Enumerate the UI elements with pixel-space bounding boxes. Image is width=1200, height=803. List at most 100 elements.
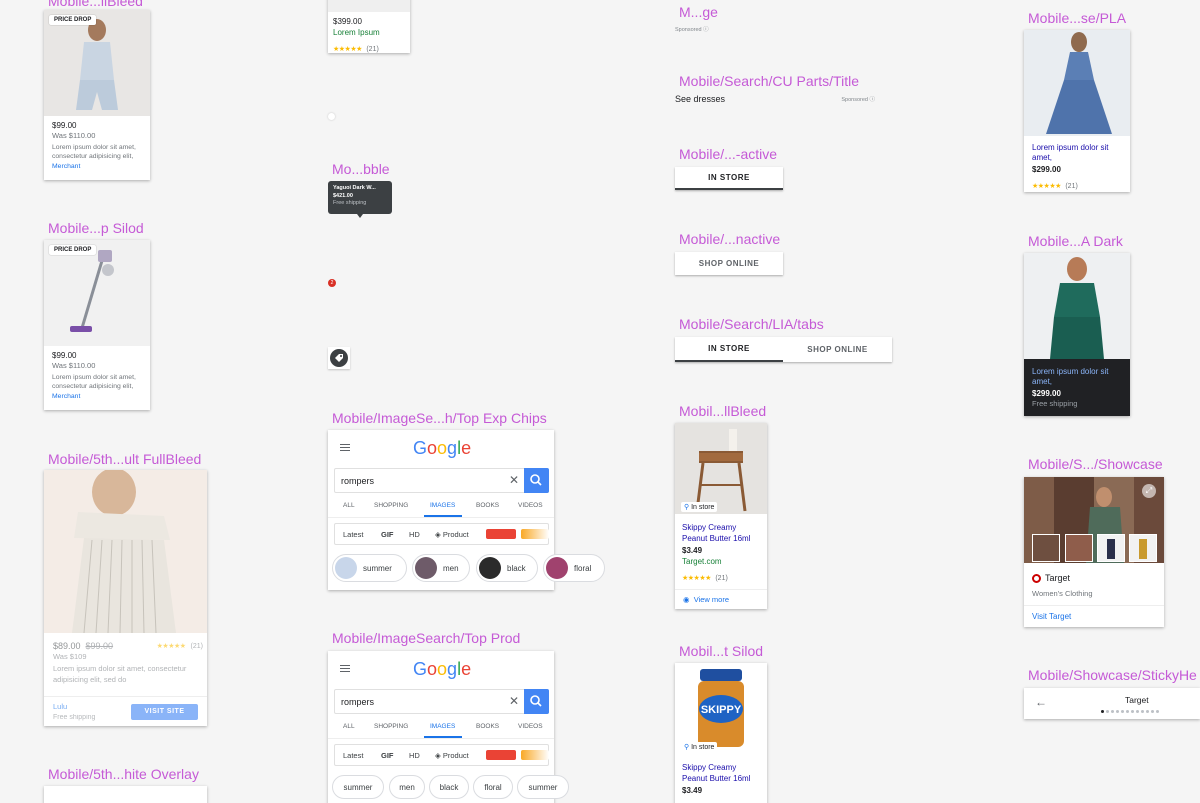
merchant-link[interactable]: Lulu [53, 702, 67, 711]
filter-latest[interactable]: Latest [343, 530, 363, 539]
in-store-tab-active[interactable]: IN STORE [675, 167, 783, 190]
view-more-link[interactable]: ◉ View more [683, 595, 729, 604]
price: $3.49 [682, 546, 703, 555]
search-input[interactable]: rompers [341, 697, 374, 707]
merchant-link[interactable]: Merchant [52, 392, 144, 401]
product-card[interactable]: PRICE DROP $99.00 Was $110.00 Lorem ipsu… [44, 10, 150, 180]
location-pin-icon: ⚲ [684, 744, 690, 751]
tab-all[interactable]: ALL [343, 502, 355, 509]
tab-shop-online[interactable]: SHOP ONLINE [783, 337, 892, 362]
search-button[interactable] [524, 468, 549, 493]
clear-icon[interactable]: ✕ [509, 694, 519, 708]
visit-store-link[interactable]: Visit Target [1032, 612, 1071, 621]
tab-shopping[interactable]: SHOPPING [374, 723, 408, 730]
pla-card-dark[interactable]: Lorem ipsum dolor sit amet, $299.00 Free… [1024, 253, 1130, 416]
filter-gif[interactable]: GIF [381, 751, 394, 760]
chip-summer-2[interactable]: summer [517, 775, 569, 799]
chip-floral[interactable]: floral [543, 554, 605, 582]
sponsored-label: Sponsored ⓘ [675, 27, 709, 33]
frame-title: Mobile/5th...hite Overlay [48, 766, 199, 782]
chip-summer[interactable]: summer [332, 554, 407, 582]
chip-floral[interactable]: floral [473, 775, 513, 799]
price: $99.00 [52, 121, 77, 130]
frame-title: Mo...bble [332, 161, 390, 177]
lia-card[interactable]: ⚲ In store Skippy Creamy Peanut Butter 1… [675, 423, 767, 609]
cu-title[interactable]: See dresses [675, 94, 725, 104]
product-card[interactable]: PRICE DROP $99.00 Was $110.00 Lorem ipsu… [44, 240, 150, 410]
showcase-thumbnail[interactable] [1065, 534, 1093, 562]
merchant-link[interactable]: Merchant [52, 162, 144, 171]
expand-icon[interactable]: ⤢ [1142, 484, 1156, 498]
shipping-text: Free shipping [53, 714, 96, 721]
chip-men[interactable]: men [389, 775, 425, 799]
showcase-thumbnail[interactable] [1129, 534, 1157, 562]
lia-card[interactable]: SKIPPY ⚲ In store Skippy Creamy Peanut B… [675, 663, 767, 803]
price: $3.49 [682, 786, 703, 795]
pla-card[interactable]: Lorem ipsum dolor sit amet, $299.00 ★★★★… [1024, 30, 1130, 192]
chip-thumbnail [479, 557, 501, 579]
tab-in-store[interactable]: IN STORE [675, 337, 783, 362]
tab-videos[interactable]: VIDEOS [518, 723, 543, 730]
tag-button[interactable] [328, 347, 350, 369]
search-box[interactable]: rompers ✕ [334, 689, 549, 714]
tab-videos[interactable]: VIDEOS [518, 502, 543, 509]
product-title[interactable]: Lorem ipsum dolor sit amet, [1032, 367, 1124, 387]
tab-images[interactable]: IMAGES [430, 723, 455, 730]
color-filter-red[interactable] [486, 529, 516, 539]
shipping-text: Free shipping [1032, 399, 1078, 408]
filter-product[interactable]: ◈ Product [435, 751, 469, 760]
color-filter-orange[interactable] [521, 529, 549, 539]
filter-latest[interactable]: Latest [343, 751, 363, 760]
color-filter-orange[interactable] [521, 750, 549, 760]
product-image [44, 470, 207, 633]
visit-site-button[interactable]: VISIT SITE [131, 704, 198, 720]
info-icon[interactable]: ⓘ [703, 27, 709, 33]
bubble-pointer [357, 214, 363, 218]
bubble-price: $421.00 [333, 193, 353, 199]
price-drop-badge: PRICE DROP [49, 15, 97, 25]
chip-summer[interactable]: summer [332, 775, 384, 799]
back-arrow-icon[interactable]: ← [1035, 695, 1047, 709]
search-box[interactable]: rompers ✕ [334, 468, 549, 493]
chip-black[interactable]: black [429, 775, 469, 799]
color-filter-red[interactable] [486, 750, 516, 760]
product-card-fullbleed[interactable]: $89.00 $99.00 ★★★★★ (21) Was $109 Lorem … [44, 470, 207, 726]
showcase-thumbnail[interactable] [1097, 534, 1125, 562]
showcase-card[interactable]: ⤢ Target Women's Clothing Visit Target [1024, 477, 1164, 627]
product-card-small[interactable]: $399.00 Lorem Ipsum ★★★★★ (21) [328, 0, 410, 53]
tab-shopping[interactable]: SHOPPING [374, 502, 408, 509]
tab-images[interactable]: IMAGES [430, 502, 455, 509]
frame-title: Mobile...p Silod [48, 220, 144, 236]
tab-books[interactable]: BOOKS [476, 502, 499, 509]
menu-icon[interactable] [340, 444, 350, 451]
search-input[interactable]: rompers [341, 476, 374, 486]
product-image [44, 10, 150, 116]
product-title[interactable]: Lorem ipsum dolor sit amet, [1032, 143, 1124, 163]
filter-product[interactable]: ◈ Product [435, 530, 469, 539]
cu-title-row: See dresses Sponsored ⓘ [675, 91, 875, 106]
filter-hd[interactable]: HD [409, 530, 420, 539]
filter-gif[interactable]: GIF [381, 530, 394, 539]
info-icon[interactable]: ⓘ [869, 97, 875, 103]
frame-title: Mobile...A Dark [1028, 233, 1123, 249]
tab-all[interactable]: ALL [343, 723, 355, 730]
filter-hd[interactable]: HD [409, 751, 420, 760]
frame-title: Mobile/Search/LIA/tabs [679, 316, 824, 332]
sticky-header: ← Target [1024, 688, 1200, 719]
chip-black[interactable]: black [476, 554, 538, 582]
search-icon [530, 695, 542, 707]
product-title[interactable]: Skippy Creamy Peanut Butter 16ml [682, 762, 763, 784]
sticky-title: Target [1125, 695, 1149, 705]
product-title[interactable]: Skippy Creamy Peanut Butter 16ml [682, 522, 763, 544]
product-image [1024, 253, 1130, 359]
chip-men[interactable]: men [412, 554, 470, 582]
shop-online-tab-inactive[interactable]: SHOP ONLINE [675, 252, 783, 275]
clear-icon[interactable]: ✕ [509, 473, 519, 487]
search-button[interactable] [524, 689, 549, 714]
showcase-thumbnail[interactable] [1032, 534, 1060, 562]
tab-books[interactable]: BOOKS [476, 723, 499, 730]
chip-thumbnail [415, 557, 437, 579]
menu-icon[interactable] [340, 665, 350, 672]
tag-icon [330, 349, 348, 367]
price-bubble[interactable]: Yaguoi Dark W... $421.00 Free shipping [328, 181, 392, 214]
